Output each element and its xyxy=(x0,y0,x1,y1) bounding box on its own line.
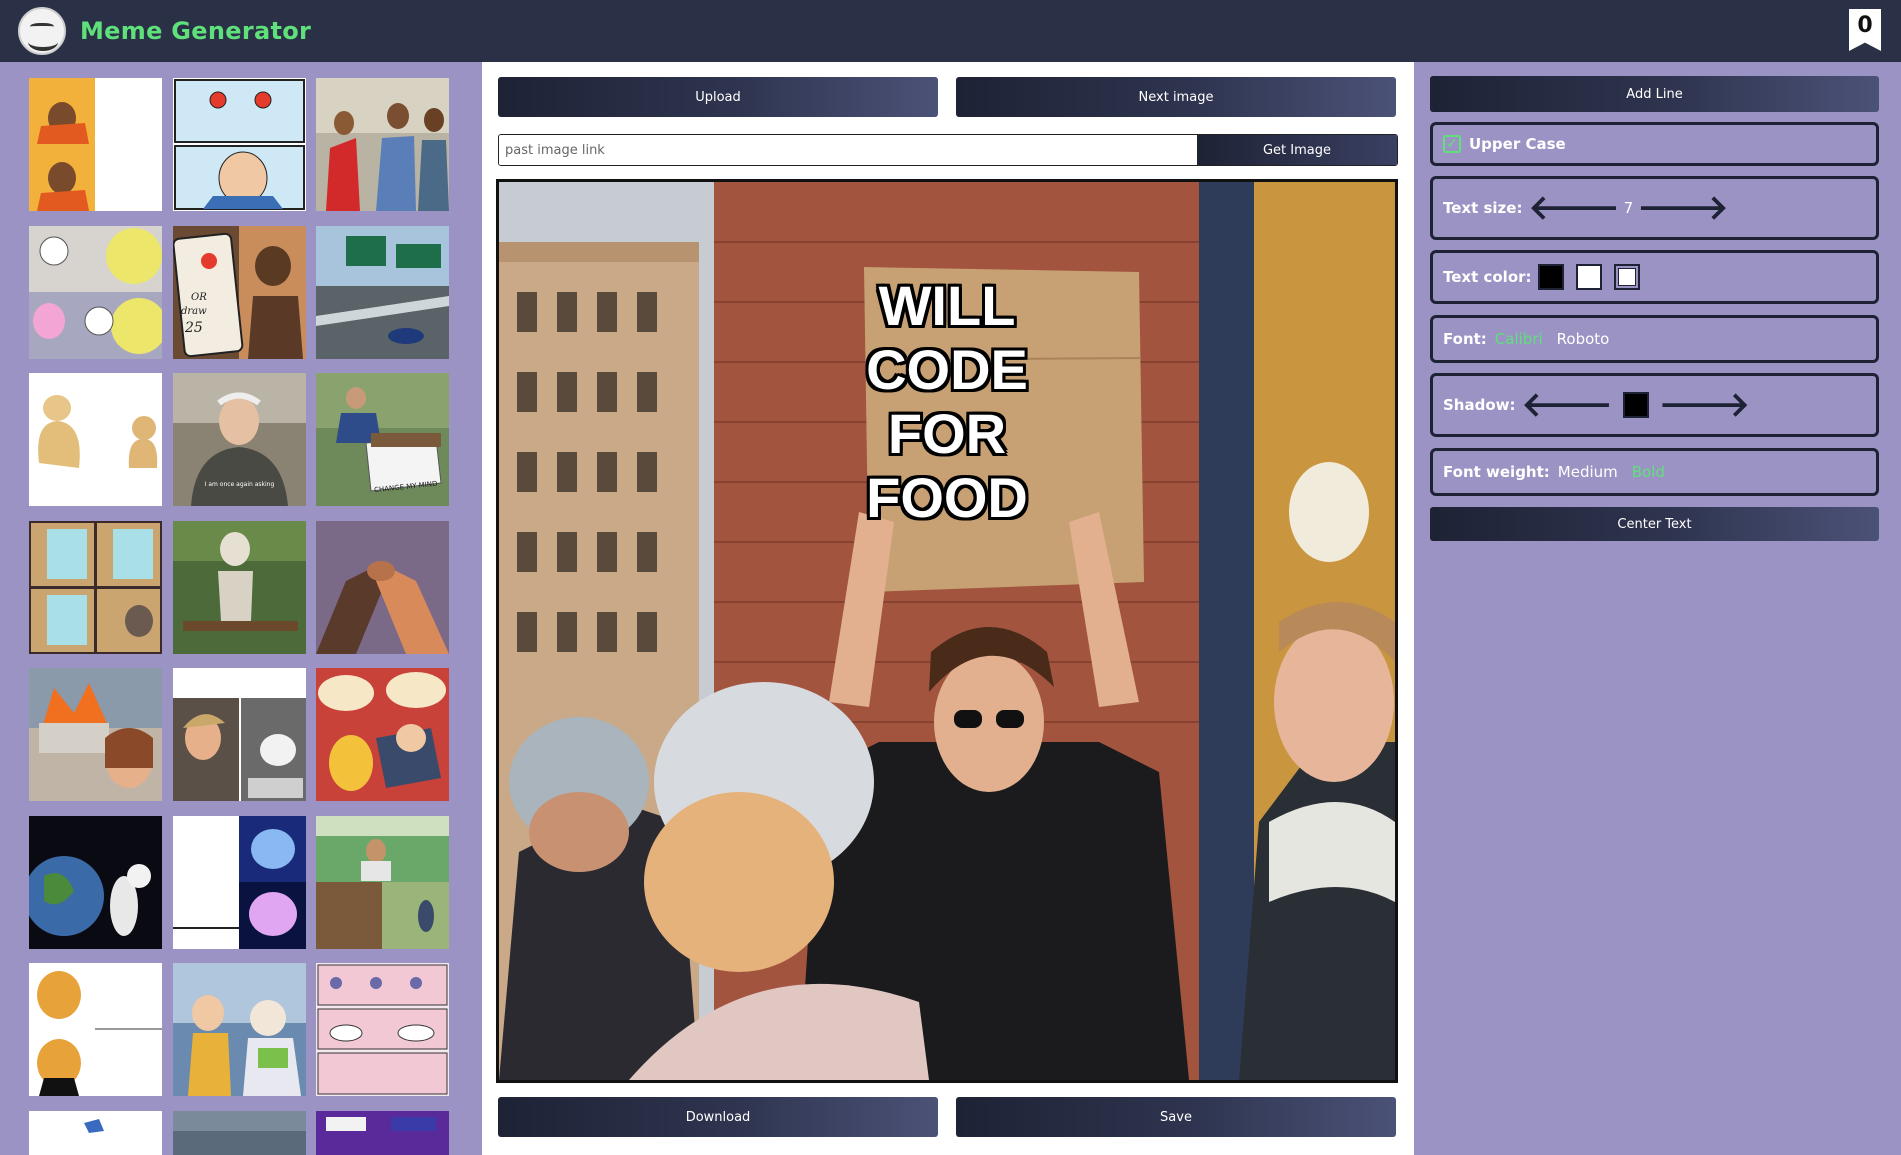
uno-caption-or: OR xyxy=(191,292,207,303)
meme-text-line-4[interactable]: FOOD xyxy=(499,466,1395,530)
batman-slapping-robin-image xyxy=(316,668,449,801)
text-settings-panel: Add Line ✓ Upper Case Text size: 🡐 7 🡒 T… xyxy=(1414,62,1901,1155)
drake-image xyxy=(29,78,162,211)
text-color-label: Text color: xyxy=(1443,268,1532,286)
shadow-label: Shadow: xyxy=(1443,396,1516,414)
meme-editor: Upload Next image Get Image xyxy=(482,62,1414,1155)
template-thumb-x-everywhere[interactable] xyxy=(173,963,306,1096)
boardroom-image xyxy=(316,963,449,1096)
distracted-boyfriend-image xyxy=(316,78,449,211)
text-color-control: Text color: xyxy=(1430,250,1879,304)
template-thumb-partial-1[interactable] xyxy=(29,1111,162,1155)
template-thumb-expanding-brain[interactable] xyxy=(173,816,306,949)
checkbox-checked-icon[interactable]: ✓ xyxy=(1443,135,1461,153)
two-buttons-image xyxy=(173,78,306,211)
buff-doge-image xyxy=(29,373,162,506)
meme-text-line-1[interactable]: WILL xyxy=(499,274,1395,338)
template-thumb-disaster-girl[interactable] xyxy=(29,668,162,801)
meme-text-line-3[interactable]: FOR xyxy=(499,402,1395,466)
upload-button[interactable]: Upload xyxy=(498,77,938,117)
shadow-control: Shadow: 🡐 🡒 xyxy=(1430,373,1879,437)
font-weight-option-bold[interactable]: Bold xyxy=(1632,463,1665,481)
text-size-control: Text size: 🡐 7 🡒 xyxy=(1430,176,1879,240)
text-size-value: 7 xyxy=(1623,199,1634,217)
template-thumb-grus-plan[interactable] xyxy=(29,521,162,654)
trollface-logo-icon[interactable] xyxy=(18,7,66,55)
template-thumb-change-my-mind[interactable]: CHANGE MY MIND xyxy=(316,373,449,506)
x-everywhere-image xyxy=(173,963,306,1096)
waiting-skeleton-image xyxy=(173,521,306,654)
template-thumb-drake[interactable] xyxy=(29,78,162,211)
saved-count: 0 xyxy=(1857,13,1873,38)
upper-case-label: Upper Case xyxy=(1469,135,1566,153)
font-option-roboto[interactable]: Roboto xyxy=(1557,330,1610,348)
grus-plan-image xyxy=(29,521,162,654)
template-thumb-woman-yelling-at-cat[interactable] xyxy=(173,668,306,801)
top-navbar: Meme Generator 0 xyxy=(0,0,1901,62)
shadow-prev-arrow-icon[interactable]: 🡐 xyxy=(1522,388,1613,422)
woman-yelling-at-cat-image xyxy=(173,668,306,801)
color-swatch-black[interactable] xyxy=(1537,264,1564,290)
template-thumb-waiting-skeleton[interactable] xyxy=(173,521,306,654)
partial-thumb-3-image xyxy=(316,1111,449,1155)
partial-thumb-1-image xyxy=(29,1111,162,1155)
font-label: Font: xyxy=(1443,330,1487,348)
upper-case-toggle[interactable]: ✓ Upper Case xyxy=(1430,122,1879,166)
center-text-button[interactable]: Center Text xyxy=(1430,507,1879,541)
expanding-brain-image xyxy=(173,816,306,949)
save-button[interactable]: Save xyxy=(956,1097,1396,1137)
text-size-label: Text size: xyxy=(1443,199,1523,217)
left-exit-image xyxy=(316,226,449,359)
get-image-button[interactable]: Get Image xyxy=(1197,135,1397,165)
disaster-girl-image xyxy=(29,668,162,801)
next-image-button[interactable]: Next image xyxy=(956,77,1396,117)
running-away-balloon-image xyxy=(29,226,162,359)
font-option-calibri[interactable]: Calibri xyxy=(1495,330,1543,348)
font-weight-control: Font weight: Medium Bold xyxy=(1430,448,1879,496)
template-thumb-two-buttons[interactable] xyxy=(173,78,306,211)
template-thumb-running-away-balloon[interactable] xyxy=(29,226,162,359)
color-swatch-white[interactable] xyxy=(1575,264,1602,290)
image-link-row: Get Image xyxy=(498,134,1398,166)
template-thumb-boardroom[interactable] xyxy=(316,963,449,1096)
always-has-been-image xyxy=(29,816,162,949)
template-thumb-uno-draw-25[interactable]: OR draw 25 xyxy=(173,226,306,359)
font-weight-label: Font weight: xyxy=(1443,463,1550,481)
sad-pablo-image xyxy=(316,816,449,949)
meme-template-gallery: OR draw 25 I am once again asking CHANGE… xyxy=(0,62,482,1155)
shadow-color-swatch xyxy=(1622,392,1649,418)
template-thumb-tuxedo-pooh[interactable] xyxy=(29,963,162,1096)
meme-canvas[interactable]: WILL CODE FOR FOOD xyxy=(496,179,1398,1083)
template-thumb-partial-3[interactable] xyxy=(316,1111,449,1155)
epic-handshake-image xyxy=(316,521,449,654)
font-weight-option-medium[interactable]: Medium xyxy=(1558,463,1618,481)
template-thumb-distracted-boyfriend[interactable] xyxy=(316,78,449,211)
template-thumb-always-has-been[interactable] xyxy=(29,816,162,949)
download-button[interactable]: Download xyxy=(498,1097,938,1137)
template-thumb-sad-pablo[interactable] xyxy=(316,816,449,949)
decrease-size-arrow-icon[interactable]: 🡐 xyxy=(1528,191,1619,225)
template-thumb-buff-doge[interactable] xyxy=(29,373,162,506)
color-swatch-white-outlined[interactable] xyxy=(1613,264,1640,290)
uno-caption-draw: draw xyxy=(181,306,207,317)
template-thumb-bernie[interactable]: I am once again asking xyxy=(173,373,306,506)
tuxedo-pooh-image xyxy=(29,963,162,1096)
font-control: Font: Calibri Roboto xyxy=(1430,315,1879,363)
meme-text-line-2[interactable]: CODE xyxy=(499,338,1395,402)
uno-caption-25: 25 xyxy=(185,320,203,336)
saved-memes-bookmark-icon[interactable]: 0 xyxy=(1849,9,1881,51)
add-line-button[interactable]: Add Line xyxy=(1430,76,1879,112)
template-thumb-epic-handshake[interactable] xyxy=(316,521,449,654)
template-thumb-left-exit[interactable] xyxy=(316,226,449,359)
template-thumb-batman-slapping-robin[interactable] xyxy=(316,668,449,801)
partial-thumb-2-image xyxy=(173,1111,306,1155)
app-title[interactable]: Meme Generator xyxy=(80,17,311,45)
image-link-input[interactable] xyxy=(499,135,1197,165)
template-thumb-partial-2[interactable] xyxy=(173,1111,306,1155)
bernie-caption: I am once again asking xyxy=(204,481,275,488)
shadow-next-arrow-icon[interactable]: 🡒 xyxy=(1659,388,1750,422)
increase-size-arrow-icon[interactable]: 🡒 xyxy=(1637,191,1728,225)
